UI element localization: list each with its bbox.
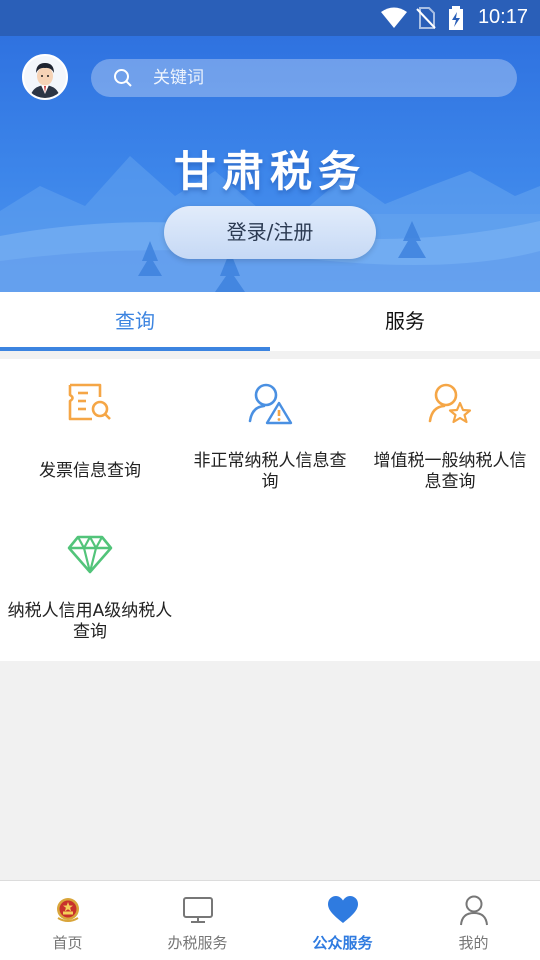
person-icon (460, 895, 488, 926)
user-avatar-icon (24, 56, 66, 98)
tab-services[interactable]: 服务 (270, 292, 540, 351)
invoice-search-icon (68, 383, 111, 421)
clock: 10:17 (477, 6, 528, 28)
monitor-icon (183, 897, 213, 923)
battery-charging-icon (449, 6, 463, 30)
nav-label: 首页 (52, 934, 83, 952)
user-warning-icon (248, 383, 293, 425)
service-abnormal-taxpayer-query[interactable]: 非正常纳税人信息查询 (180, 359, 360, 509)
service-label: 发票信息查询 (39, 461, 141, 481)
nav-tax-services[interactable]: 办税服务 (130, 881, 265, 960)
heart-icon (328, 896, 358, 923)
tab-query[interactable]: 查询 (0, 292, 270, 351)
user-star-icon (428, 383, 472, 424)
nav-public-services[interactable]: 公众服务 (275, 881, 410, 960)
service-label: 纳税人信用A级纳税人查询 (7, 601, 173, 642)
no-sim-icon (416, 7, 436, 29)
nav-label: 我的 (458, 934, 489, 952)
search-icon (114, 69, 132, 87)
search-bar[interactable] (91, 59, 517, 97)
service-invoice-query[interactable]: 发票信息查询 (0, 359, 180, 509)
nav-home[interactable]: 首页 (0, 881, 135, 960)
bottom-nav: 首页 办税服务 公众服务 我的 (0, 880, 540, 960)
service-label: 非正常纳税人信息查询 (193, 451, 347, 492)
service-vat-taxpayer-query[interactable]: 增值税一般纳税人信息查询 (360, 359, 540, 509)
wifi-icon (381, 7, 407, 28)
nav-label: 公众服务 (312, 934, 373, 952)
search-input[interactable] (153, 59, 493, 97)
app-title: 甘肃税务 (173, 147, 366, 196)
avatar[interactable] (22, 54, 68, 100)
service-label: 增值税一般纳税人信息查询 (373, 451, 527, 492)
nav-mine[interactable]: 我的 (406, 881, 540, 960)
login-register-button[interactable]: 登录/注册 (164, 206, 376, 259)
diamond-icon (67, 535, 113, 574)
status-bar: 10:17 (0, 0, 540, 36)
service-grid: 发票信息查询 非正常纳税人信息查询 增值税一般纳税人信息查询 纳税人信用A级纳税… (0, 359, 540, 661)
nav-label: 办税服务 (167, 934, 228, 952)
emblem-icon (57, 898, 79, 922)
tab-indicator (0, 347, 270, 351)
hero-banner: 甘肃税务 登录/注册 (0, 36, 540, 292)
service-credit-a-taxpayer-query[interactable]: 纳税人信用A级纳税人查询 (0, 509, 180, 659)
tab-bar: 查询 服务 (0, 292, 540, 351)
